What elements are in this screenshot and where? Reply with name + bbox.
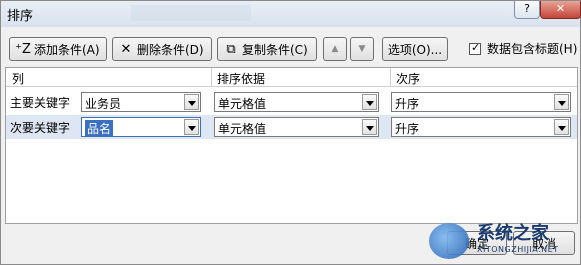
- add-condition-icon: ⁺Z: [15, 41, 31, 57]
- sort-on-select-value: 单元格值: [218, 97, 267, 111]
- watermark-logo-icon: [429, 223, 469, 259]
- order-select[interactable]: 升序: [391, 117, 571, 137]
- row-label: 主要关键字: [10, 96, 71, 110]
- header-divider: [211, 68, 212, 86]
- add-condition-button[interactable]: ⁺Z 添加条件(A): [9, 37, 107, 61]
- sort-on-select[interactable]: 单元格值: [214, 92, 379, 112]
- chevron-down-icon[interactable]: [184, 94, 199, 110]
- watermark: 系统之家 XITONGZHIJIA.NET: [421, 217, 581, 265]
- order-select-value: 升序: [395, 122, 420, 136]
- dialog-title: 排序: [7, 9, 34, 24]
- column-select-value: 业务员: [85, 97, 122, 111]
- order-select[interactable]: 升序: [391, 92, 571, 112]
- sort-level-row[interactable]: 主要关键字 业务员 单元格值 升序: [6, 90, 577, 114]
- move-up-button[interactable]: ▲: [323, 37, 347, 61]
- column-header: 列: [12, 72, 25, 86]
- delete-condition-label: 删除条件(D): [137, 42, 204, 57]
- row-label: 次要关键字: [10, 121, 71, 135]
- sort-levels-grid: 列 排序依据 次序 主要关键字 业务员 单元格值 升序 次要关键字 品名 单元格…: [5, 67, 578, 224]
- order-select-value: 升序: [395, 97, 420, 111]
- background-window-ghost: [131, 5, 251, 21]
- chevron-down-icon[interactable]: [554, 119, 569, 135]
- order-header: 次序: [396, 72, 421, 86]
- sort-on-header: 排序依据: [217, 72, 266, 86]
- copy-icon: ⧉: [226, 41, 236, 57]
- delete-x-icon: ✕: [120, 41, 132, 57]
- sort-on-select-value: 单元格值: [218, 122, 267, 136]
- watermark-url: XITONGZHIJIA.NET: [477, 245, 559, 254]
- chevron-down-icon[interactable]: [554, 94, 569, 110]
- sort-level-row-selected[interactable]: 次要关键字 品名 单元格值 升序: [6, 115, 577, 139]
- chevron-down-icon[interactable]: [362, 94, 377, 110]
- delete-condition-button[interactable]: ✕ 删除条件(D): [112, 37, 212, 61]
- header-checkbox-label: 数据包含标题(H): [487, 42, 578, 56]
- options-label: 选项(O)...: [387, 42, 443, 57]
- watermark-brand: 系统之家: [477, 223, 549, 244]
- column-select[interactable]: 业务员: [81, 92, 201, 112]
- sort-dialog: 排序 ? ✕ ⁺Z 添加条件(A) ✕ 删除条件(D) ⧉ 复制条件(C) ▲ …: [0, 0, 581, 265]
- copy-condition-label: 复制条件(C): [242, 42, 308, 57]
- move-down-icon: ▼: [358, 44, 366, 54]
- header-checkbox[interactable]: 数据包含标题(H): [469, 40, 577, 57]
- options-button[interactable]: 选项(O)...: [382, 37, 448, 61]
- move-down-button[interactable]: ▼: [350, 37, 374, 61]
- title-bar: 排序 ? ✕: [1, 1, 581, 27]
- close-button[interactable]: ✕: [540, 1, 581, 19]
- chevron-down-icon[interactable]: [184, 119, 199, 135]
- chevron-down-icon[interactable]: [362, 119, 377, 135]
- add-condition-label: 添加条件(A): [34, 42, 100, 57]
- checkbox-checked-icon[interactable]: [469, 41, 481, 55]
- sort-on-select[interactable]: 单元格值: [214, 117, 379, 137]
- grid-header: 列 排序依据 次序: [6, 68, 577, 87]
- copy-condition-button[interactable]: ⧉ 复制条件(C): [217, 37, 317, 61]
- header-divider: [390, 68, 391, 86]
- help-button[interactable]: ?: [514, 1, 540, 19]
- move-up-icon: ▲: [331, 44, 339, 54]
- column-select-value: 品名: [85, 120, 114, 137]
- column-select[interactable]: 品名: [81, 117, 201, 137]
